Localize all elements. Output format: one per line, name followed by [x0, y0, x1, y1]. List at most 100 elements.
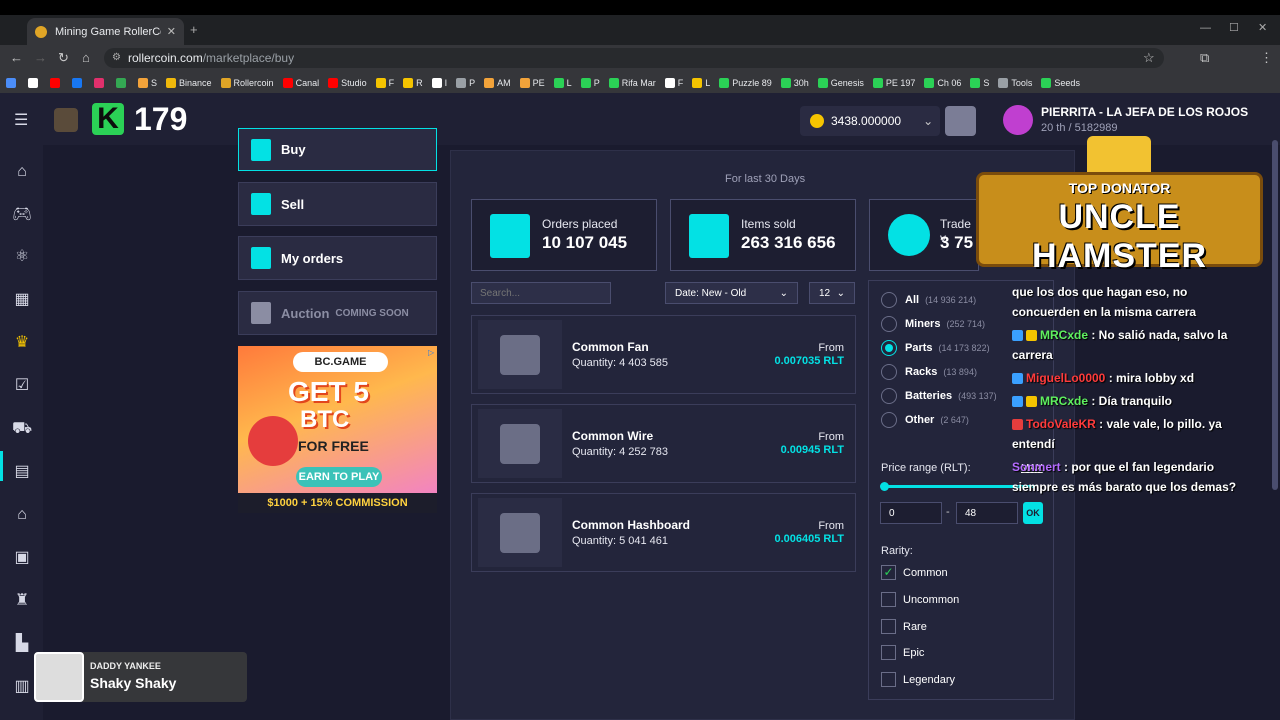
- user-name[interactable]: PIERRITA - LA JEFA DE LOS ROJOS: [1041, 105, 1248, 119]
- cart-icon[interactable]: ⛟: [12, 420, 32, 438]
- github-icon[interactable]: [28, 77, 41, 88]
- rarity-rare[interactable]: Rare: [881, 619, 927, 634]
- close-tab-icon[interactable]: ✕: [167, 25, 176, 38]
- home-icon[interactable]: ⌂: [12, 163, 32, 181]
- bookmark-item[interactable]: Ch 06: [924, 77, 961, 88]
- wallet-button[interactable]: [945, 106, 976, 136]
- bookmark-item[interactable]: PE 197: [872, 77, 915, 88]
- bcgame-advertisement[interactable]: BC.GAME GET 5 BTC FOR FREE EARN TO PLAY …: [238, 346, 437, 513]
- page-scrollbar[interactable]: [1272, 140, 1278, 490]
- per-page-dropdown[interactable]: 12 ⌄: [809, 282, 855, 304]
- browser-tab[interactable]: Mining Game RollerCoin: Play I ✕: [27, 18, 184, 45]
- new-tab-icon[interactable]: +: [190, 22, 198, 37]
- bookmark-item[interactable]: S: [970, 77, 989, 88]
- category-parts[interactable]: Parts (14 173 822): [881, 340, 990, 356]
- balance-dropdown[interactable]: 3438.000000 ⌄: [800, 106, 940, 136]
- bookmark-item[interactable]: Canal: [282, 77, 319, 88]
- bookmark-item[interactable]: S: [138, 77, 157, 88]
- bookmark-item[interactable]: Tools: [998, 77, 1032, 88]
- bookmark-item[interactable]: Puzzle 89: [719, 77, 772, 88]
- checkbox[interactable]: [881, 645, 896, 660]
- ad-cta-button[interactable]: EARN TO PLAY: [296, 467, 382, 487]
- rarity-legendary[interactable]: Legendary: [881, 672, 955, 687]
- forward-icon[interactable]: →: [34, 50, 47, 65]
- bookmark-item[interactable]: P: [456, 77, 475, 88]
- bookmark-item[interactable]: L: [553, 77, 572, 88]
- back-icon[interactable]: ←: [10, 50, 23, 65]
- reload-icon[interactable]: ↻: [58, 50, 69, 66]
- bookmark-star-icon[interactable]: ☆: [1143, 50, 1155, 66]
- bookmark-item[interactable]: F: [664, 77, 683, 88]
- my-orders-button[interactable]: My orders: [238, 236, 437, 280]
- rarity-common[interactable]: ✓ Common: [881, 565, 948, 580]
- category-other[interactable]: Other (2 647): [881, 412, 969, 428]
- player-avatar-icon[interactable]: [54, 108, 78, 132]
- bookmark-item[interactable]: Rollercoin: [220, 77, 274, 88]
- youtube-icon[interactable]: [50, 77, 63, 88]
- rank-icon[interactable]: ⚛: [12, 248, 32, 266]
- adchoices-icon[interactable]: ▷: [428, 348, 434, 357]
- instagram-icon[interactable]: [94, 77, 107, 88]
- price-min-input[interactable]: [880, 502, 942, 524]
- gamepad-icon[interactable]: 🎮︎: [12, 206, 32, 224]
- facebook-icon[interactable]: [72, 77, 85, 88]
- category-all[interactable]: All (14 936 214): [881, 292, 976, 308]
- checkbox[interactable]: [881, 672, 896, 687]
- crown-icon[interactable]: ♛: [12, 334, 32, 352]
- price-slider-handle[interactable]: [880, 482, 889, 491]
- search-input[interactable]: [471, 282, 611, 304]
- tasks-icon[interactable]: ☑: [12, 377, 32, 395]
- category-racks[interactable]: Racks (13 894): [881, 364, 977, 380]
- bookmark-item[interactable]: L: [692, 77, 710, 88]
- trophy-icon[interactable]: ♜: [12, 592, 32, 610]
- radio-button-selected[interactable]: [881, 340, 897, 356]
- radio-button[interactable]: [881, 388, 897, 404]
- bookmark-item[interactable]: 30h: [780, 77, 809, 88]
- item-card[interactable]: Common Hashboard Quantity: 5 041 461 Fro…: [471, 493, 856, 572]
- price-max-input[interactable]: [956, 502, 1018, 524]
- calendar-icon[interactable]: ▦: [12, 291, 32, 309]
- bookmark-item[interactable]: P: [580, 77, 600, 88]
- maximize-icon[interactable]: ☐: [1229, 21, 1239, 34]
- radio-button[interactable]: [881, 316, 897, 332]
- bookmark-item[interactable]: Rifa Mar: [608, 77, 656, 88]
- item-card[interactable]: Common Fan Quantity: 4 403 585 From 0.00…: [471, 315, 856, 394]
- close-window-icon[interactable]: ✕: [1258, 21, 1267, 34]
- home-button-icon[interactable]: ⌂: [82, 50, 90, 65]
- checkbox-checked-icon[interactable]: ✓: [881, 565, 896, 580]
- apps-icon[interactable]: [6, 77, 19, 88]
- rarity-epic[interactable]: Epic: [881, 645, 924, 660]
- category-miners[interactable]: Miners (252 714): [881, 316, 985, 332]
- buy-button[interactable]: Buy: [238, 128, 437, 171]
- news-icon[interactable]: ▥: [12, 678, 32, 696]
- bookmark-item[interactable]: PE: [519, 77, 545, 88]
- item-card[interactable]: Common Wire Quantity: 4 252 783 From 0.0…: [471, 404, 856, 483]
- chrome-icon[interactable]: [116, 77, 129, 88]
- radio-button[interactable]: [881, 364, 897, 380]
- category-batteries[interactable]: Batteries (493 137): [881, 388, 997, 404]
- site-info-icon[interactable]: ⚙: [112, 48, 121, 68]
- minimize-icon[interactable]: —: [1200, 22, 1211, 34]
- bookmark-item[interactable]: Studio: [328, 77, 367, 88]
- bookmark-item[interactable]: F: [375, 77, 394, 88]
- radio-button[interactable]: [881, 292, 897, 308]
- gift-icon[interactable]: ▣: [12, 549, 32, 567]
- bank-icon[interactable]: ⌂: [12, 506, 32, 524]
- bookmark-item[interactable]: Binance: [166, 77, 212, 88]
- hamburger-menu-icon[interactable]: ☰: [14, 110, 28, 130]
- address-bar[interactable]: ⚙ rollercoin.com/marketplace/buy: [104, 48, 1164, 68]
- bookmark-item[interactable]: Genesis: [817, 77, 864, 88]
- bookmark-item[interactable]: Seeds: [1041, 77, 1080, 88]
- bookmark-item[interactable]: R: [403, 77, 423, 88]
- browser-menu-icon[interactable]: ⋮: [1260, 50, 1273, 66]
- user-avatar[interactable]: [1003, 105, 1033, 135]
- marketplace-icon[interactable]: ▤: [12, 463, 32, 481]
- radio-button[interactable]: [881, 412, 897, 428]
- rarity-uncommon[interactable]: Uncommon: [881, 592, 959, 607]
- factory-icon[interactable]: ▙: [12, 635, 32, 653]
- bookmark-item[interactable]: I: [431, 77, 447, 88]
- checkbox[interactable]: [881, 619, 896, 634]
- sort-dropdown[interactable]: Date: New - Old ⌄: [665, 282, 798, 304]
- checkbox[interactable]: [881, 592, 896, 607]
- sell-button[interactable]: Sell: [238, 182, 437, 226]
